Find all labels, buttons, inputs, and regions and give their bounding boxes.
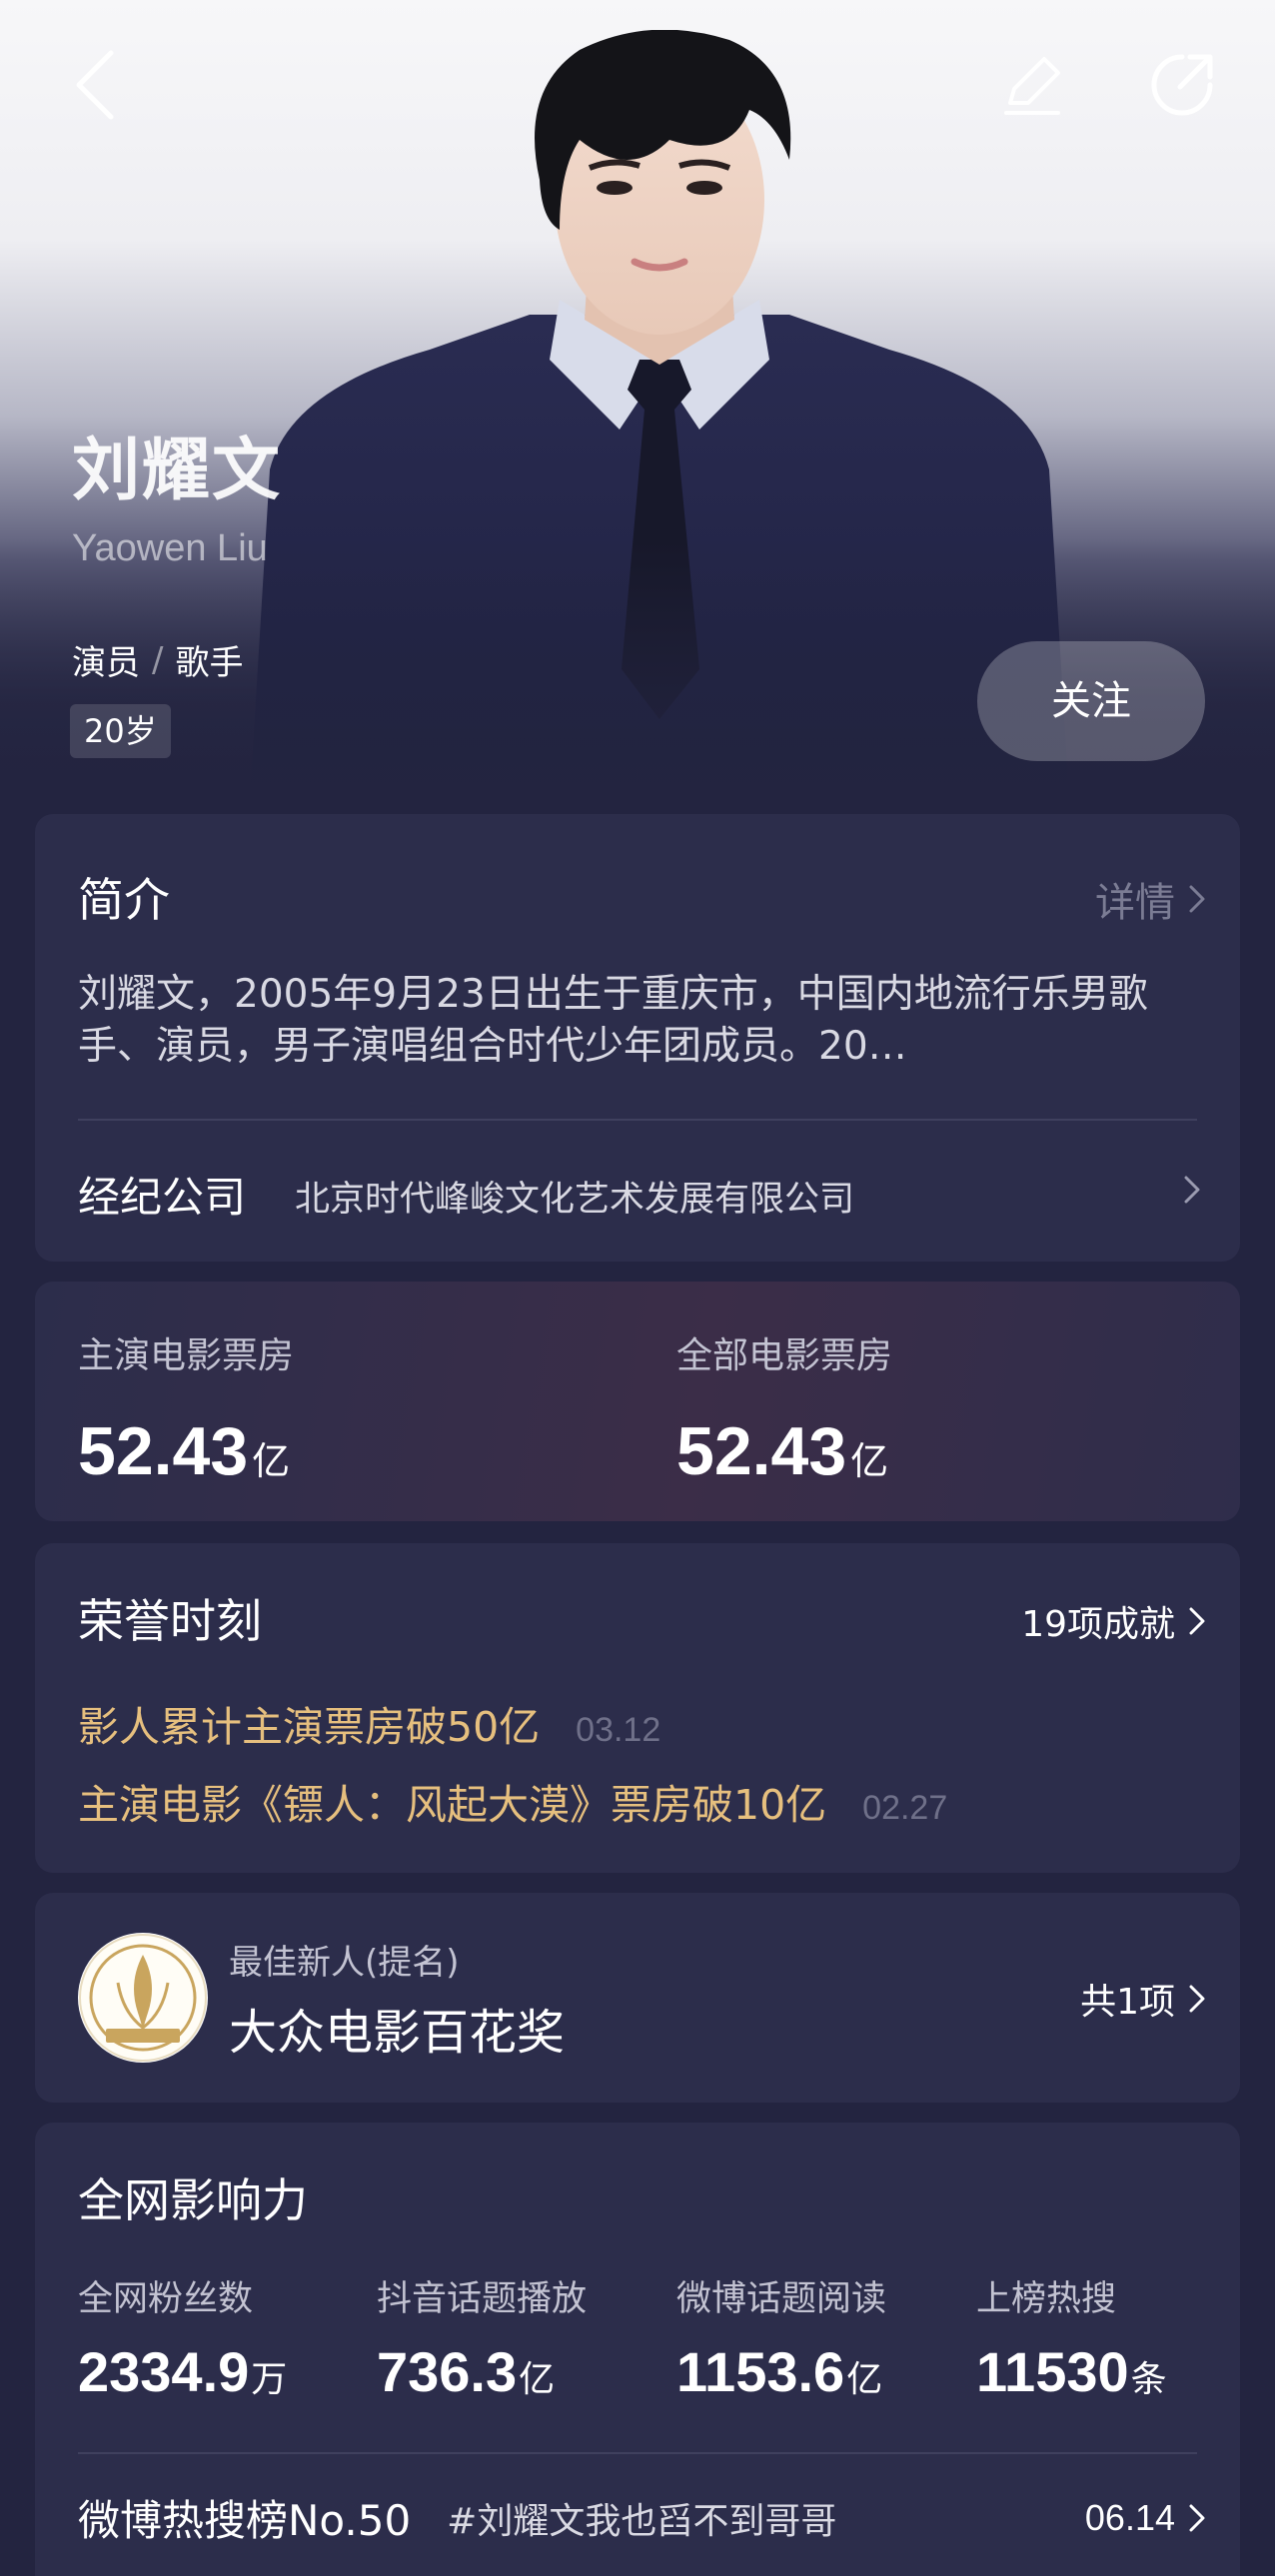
age-badge: 20岁 bbox=[70, 704, 171, 758]
stat-value: 1153.6亿 bbox=[676, 2340, 883, 2403]
unit: 亿 bbox=[850, 1439, 889, 1483]
award-count-link[interactable]: 共1项 bbox=[1080, 1973, 1205, 2025]
unit: 亿 bbox=[846, 2359, 883, 2400]
stat-label: 抖音话题播放 bbox=[377, 2279, 588, 2319]
hot-search-date: 06.14 bbox=[1084, 2496, 1175, 2538]
follow-button[interactable]: 关注 bbox=[977, 641, 1205, 761]
achievements-link[interactable]: 19项成就 bbox=[1021, 1595, 1205, 1647]
honors-title: 荣誉时刻 bbox=[78, 1594, 262, 1648]
unit: 亿 bbox=[519, 2359, 556, 2400]
stat-label: 微博话题阅读 bbox=[676, 2279, 887, 2319]
unit: 万 bbox=[251, 2359, 288, 2400]
honor-text: 主演电影《镖人：风起大漠》票房破10亿 bbox=[78, 1781, 827, 1829]
all-box-office-value: 52.43 亿 bbox=[676, 1413, 889, 1489]
chevron-right-icon bbox=[1189, 1607, 1205, 1635]
name-english: Yaowen Liu bbox=[72, 527, 268, 569]
divider bbox=[78, 2452, 1197, 2454]
stat-label: 上榜热搜 bbox=[976, 2279, 1117, 2319]
role-singer: 歌手 bbox=[175, 643, 244, 683]
award-logo bbox=[78, 1933, 208, 2063]
honor-item[interactable]: 主演电影《镖人：风起大漠》票房破10亿 02.27 bbox=[78, 1771, 947, 1831]
box-office-card[interactable]: 主演电影票房 52.43 亿 全部电影票房 52.43 亿 bbox=[35, 1282, 1240, 1521]
role-actor: 演员 bbox=[72, 643, 140, 683]
intro-detail-link[interactable]: 详情 bbox=[1095, 870, 1205, 928]
stat-value: 2334.9万 bbox=[78, 2340, 288, 2403]
stat-hot-search: 上榜热搜 11530条 bbox=[976, 2270, 1167, 2404]
award-name: 大众电影百花奖 bbox=[229, 2005, 566, 2061]
edit-button[interactable] bbox=[987, 40, 1077, 130]
stat-value: 11530条 bbox=[976, 2340, 1167, 2403]
chevron-right-icon bbox=[1189, 1985, 1205, 2013]
back-button[interactable] bbox=[50, 40, 140, 130]
hot-search-topic: #刘耀文我也舀不到哥哥 bbox=[447, 2500, 837, 2542]
honor-text: 影人累计主演票房破50亿 bbox=[78, 1703, 541, 1751]
name-chinese: 刘耀文 bbox=[72, 431, 283, 510]
award-category: 最佳新人(提名) bbox=[229, 1943, 460, 1983]
share-button[interactable] bbox=[1137, 40, 1227, 130]
share-icon bbox=[1151, 54, 1213, 116]
unit: 亿 bbox=[252, 1439, 291, 1483]
unit: 条 bbox=[1130, 2359, 1167, 2400]
agency-label: 经纪公司 bbox=[78, 1173, 247, 1222]
intro-title: 简介 bbox=[78, 873, 170, 927]
intro-card: 简介 详情 刘耀文，2005年9月23日出生于重庆市，中国内地流行乐男歌手、演员… bbox=[35, 814, 1240, 1262]
detail-label: 详情 bbox=[1095, 880, 1175, 926]
stat-douyin-plays: 抖音话题播放 736.3亿 bbox=[377, 2270, 587, 2404]
chevron-right-icon[interactable] bbox=[1184, 1176, 1200, 1204]
roles: 演员 / 歌手 bbox=[72, 635, 243, 684]
role-separator: / bbox=[152, 639, 164, 680]
chevron-left-icon bbox=[76, 50, 114, 120]
chevron-right-icon bbox=[1189, 885, 1205, 913]
stat-fans: 全网粉丝数 2334.9万 bbox=[78, 2270, 287, 2404]
hot-search-rank: 微博热搜榜No.50 bbox=[78, 2496, 412, 2545]
honor-item[interactable]: 影人累计主演票房破50亿 03.12 bbox=[78, 1693, 660, 1753]
honor-date: 03.12 bbox=[576, 1711, 661, 1749]
achievements-count: 19项成就 bbox=[1021, 1604, 1175, 1645]
lead-box-office-label: 主演电影票房 bbox=[78, 1335, 295, 1376]
lead-box-office-value: 52.43 亿 bbox=[78, 1413, 291, 1489]
stat-weibo-reads: 微博话题阅读 1153.6亿 bbox=[676, 2270, 886, 2404]
agency-value[interactable]: 北京时代峰峻文化艺术发展有限公司 bbox=[295, 1171, 854, 1222]
stat-label: 全网粉丝数 bbox=[78, 2279, 254, 2319]
influence-title: 全网影响力 bbox=[78, 2173, 308, 2227]
lead-box-office: 主演电影票房 52.43 亿 bbox=[78, 1326, 294, 1490]
stat-value: 736.3亿 bbox=[377, 2340, 556, 2403]
intro-text[interactable]: 刘耀文，2005年9月23日出生于重庆市，中国内地流行乐男歌手、演员，男子演唱组… bbox=[78, 969, 1202, 1073]
pencil-icon bbox=[1004, 57, 1060, 115]
hot-search-row[interactable]: 微博热搜榜No.50 #刘耀文我也舀不到哥哥 06.14 bbox=[78, 2487, 1205, 2548]
honors-card: 荣誉时刻 19项成就 影人累计主演票房破50亿 03.12 主演电影《镖人：风起… bbox=[35, 1543, 1240, 1873]
influence-card: 全网影响力 全网粉丝数 2334.9万 抖音话题播放 736.3亿 微博话题阅读… bbox=[35, 2123, 1240, 2576]
all-box-office-label: 全部电影票房 bbox=[676, 1335, 893, 1376]
honor-date: 02.27 bbox=[862, 1789, 948, 1827]
all-box-office: 全部电影票房 52.43 亿 bbox=[676, 1326, 892, 1490]
award-card[interactable]: 最佳新人(提名) 大众电影百花奖 共1项 bbox=[35, 1893, 1240, 2103]
divider bbox=[78, 1119, 1197, 1121]
chevron-right-icon bbox=[1189, 2504, 1205, 2531]
award-count: 共1项 bbox=[1080, 1982, 1175, 2023]
